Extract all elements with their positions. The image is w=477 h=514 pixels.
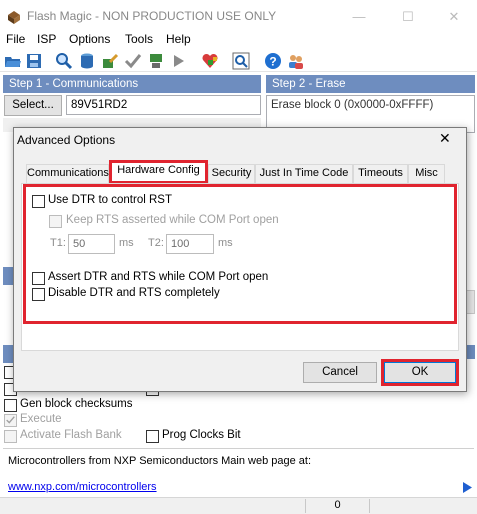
info-text: Microcontrollers from NXP Semiconductors…	[8, 455, 312, 467]
flash-magic-app-icon	[8, 11, 20, 24]
status-bar	[0, 497, 477, 514]
select-device-button[interactable]: Select...	[4, 95, 62, 116]
step2-scroll-stub	[466, 290, 475, 314]
chip-icon[interactable]	[232, 52, 250, 70]
check-mark-icon	[6, 416, 15, 424]
tab-misc[interactable]: Misc	[408, 164, 445, 183]
disable-dtr-rts-checkbox[interactable]	[32, 288, 45, 301]
device-field[interactable]: 89V51RD2	[66, 95, 261, 115]
t1-unit: ms	[119, 237, 134, 249]
hardware-config-tab-highlight	[109, 160, 208, 184]
status-counter: 0	[305, 499, 370, 513]
t2-unit: ms	[218, 237, 233, 249]
t2-input[interactable]: 100	[166, 234, 214, 254]
dialog-title: Advanced Options	[17, 133, 116, 147]
menu-file[interactable]: File	[6, 31, 25, 47]
tab-communications[interactable]: Communications	[26, 164, 109, 183]
minimize-button[interactable]: —	[336, 5, 382, 29]
disable-dtr-rts-label: Disable DTR and RTS completely	[48, 287, 220, 299]
gen-block-checksums-checkbox[interactable]	[4, 399, 17, 412]
gen-block-checksums-label: Gen block checksums	[20, 398, 133, 410]
tab-just-in-time-code[interactable]: Just In Time Code	[255, 164, 353, 183]
open-icon[interactable]	[4, 52, 22, 70]
t2-label: T2:	[148, 237, 164, 249]
tab-security[interactable]: Security	[208, 164, 255, 183]
save-icon[interactable]	[25, 52, 43, 70]
nxp-link[interactable]: www.nxp.com/microcontrollers	[8, 481, 157, 493]
users-icon[interactable]	[287, 52, 305, 70]
ok-button-highlight	[381, 359, 459, 386]
activate-flash-bank-label: Activate Flash Bank	[20, 429, 122, 441]
keep-rts-label: Keep RTS asserted while COM Port open	[66, 214, 279, 226]
assert-dtr-rts-checkbox[interactable]	[32, 272, 45, 285]
menu-options[interactable]: Options	[69, 31, 110, 47]
step4-header-strip	[466, 345, 475, 359]
dialog-close-button[interactable]: ✕	[439, 130, 451, 147]
prog-clocks-bit-label: Prog Clocks Bit	[162, 429, 241, 441]
download-icon[interactable]	[147, 52, 165, 70]
menu-help[interactable]: Help	[166, 31, 191, 47]
cancel-button[interactable]: Cancel	[303, 362, 377, 383]
step1-lower-strip	[3, 267, 13, 285]
tab-timeouts[interactable]: Timeouts	[353, 164, 408, 183]
program-icon[interactable]	[101, 52, 119, 70]
execute-label: Execute	[20, 413, 62, 425]
database-icon[interactable]	[78, 52, 96, 70]
menu-isp[interactable]: ISP	[37, 31, 56, 47]
close-window-button[interactable]: ✕	[431, 5, 477, 29]
use-dtr-label: Use DTR to control RST	[48, 194, 172, 206]
heart-gem-icon[interactable]	[201, 52, 219, 70]
divider	[3, 448, 474, 449]
assert-dtr-rts-label: Assert DTR and RTS while COM Port open	[48, 271, 269, 283]
search-icon[interactable]	[55, 52, 73, 70]
t1-input[interactable]: 50	[68, 234, 115, 254]
step1-header: Step 1 - Communications	[3, 75, 261, 93]
prog-clocks-bit-checkbox[interactable]	[146, 430, 159, 443]
window-title: Flash Magic - NON PRODUCTION USE ONLY	[27, 9, 277, 23]
maximize-button[interactable]: ☐	[385, 5, 431, 29]
execute-checkbox[interactable]	[4, 414, 17, 427]
t1-label: T1:	[50, 237, 66, 249]
use-dtr-checkbox[interactable]	[32, 195, 45, 208]
menu-tools[interactable]: Tools	[125, 31, 153, 47]
erase-block-item[interactable]: Erase block 0 (0x0000-0xFFFF)	[271, 99, 433, 111]
step2-header: Step 2 - Erase	[266, 75, 475, 93]
verify-check-icon[interactable]	[124, 52, 142, 70]
svg-text:?: ?	[269, 55, 276, 69]
keep-rts-checkbox[interactable]	[49, 215, 62, 228]
help-icon[interactable]: ?	[264, 52, 282, 70]
activate-flash-bank-checkbox[interactable]	[4, 430, 17, 443]
arrow-right-icon[interactable]	[170, 52, 188, 70]
play-arrow-icon[interactable]	[462, 482, 472, 493]
